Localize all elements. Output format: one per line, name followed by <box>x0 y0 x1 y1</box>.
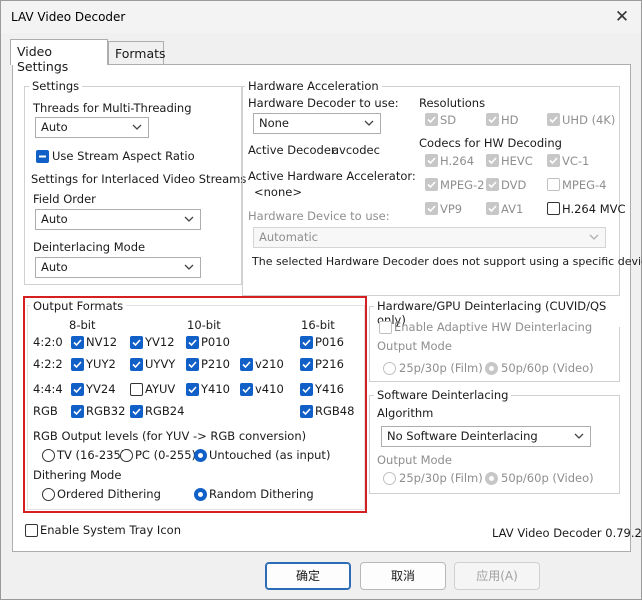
hwaccel-group-title: Hardware Acceleration <box>245 79 382 93</box>
res-hd-checkbox[interactable] <box>486 113 499 126</box>
check-icon <box>549 157 558 165</box>
stream-aspect-checkbox[interactable] <box>36 150 49 163</box>
cancel-button[interactable]: 取消 <box>360 562 446 590</box>
tab-formats[interactable]: Formats <box>108 41 166 65</box>
check-icon <box>427 205 436 213</box>
codec-vc1-label: VC-1 <box>562 154 590 168</box>
resolutions-title: Resolutions <box>419 96 486 110</box>
check-icon <box>549 116 558 124</box>
tab-video-settings[interactable]: Video Settings <box>10 39 108 74</box>
title-bar[interactable]: LAV Video Decoder ✕ <box>1 1 641 33</box>
dialog-window: LAV Video Decoder ✕ Video Settings Forma… <box>0 0 642 600</box>
codecs-title: Codecs for HW Decoding <box>419 136 562 150</box>
adaptive-hw-deint-checkbox[interactable] <box>379 321 392 334</box>
active-accel-value: <none> <box>254 185 302 199</box>
ok-button[interactable]: 确定 <box>265 562 351 590</box>
threads-label: Threads for Multi-Threading <box>33 101 192 115</box>
codec-dvd-label: DVD <box>501 178 527 192</box>
hw-mode-film-radio[interactable] <box>383 362 396 375</box>
codec-mpeg2-label: MPEG-2 <box>440 178 485 192</box>
active-decoder-label: Active Decoder: <box>248 143 340 157</box>
hw-decoder-dropdown[interactable]: None <box>253 113 381 134</box>
deint-mode-value: Auto <box>41 260 68 274</box>
hw-decoder-label: Hardware Decoder to use: <box>248 96 399 110</box>
codec-h264-checkbox[interactable] <box>425 154 438 167</box>
res-sd-checkbox[interactable] <box>425 113 438 126</box>
tray-icon-label: Enable System Tray Icon <box>40 523 181 537</box>
codec-mpeg4-checkbox[interactable] <box>547 178 560 191</box>
version-label: LAV Video Decoder 0.79.2 <box>492 526 642 540</box>
chevron-down-icon <box>589 234 599 240</box>
close-icon[interactable]: ✕ <box>609 4 635 30</box>
chevron-down-icon <box>184 264 194 270</box>
field-order-dropdown[interactable]: Auto <box>35 209 201 230</box>
indeterminate-icon <box>39 155 46 158</box>
field-order-label: Field Order <box>33 192 96 206</box>
codec-h264mvc-checkbox[interactable] <box>547 202 560 215</box>
sw-algorithm-dropdown[interactable]: No Software Deinterlacing <box>381 426 591 447</box>
codec-vc1-checkbox[interactable] <box>547 154 560 167</box>
hw-device-note: The selected Hardware Decoder does not s… <box>252 255 642 268</box>
codec-vp9-checkbox[interactable] <box>425 202 438 215</box>
hw-device-dropdown[interactable]: Automatic <box>253 227 606 248</box>
codec-hevc-label: HEVC <box>501 154 533 168</box>
res-sd-label: SD <box>440 113 457 127</box>
chevron-down-icon <box>364 120 374 126</box>
codec-hevc-checkbox[interactable] <box>486 154 499 167</box>
hw-device-value: Automatic <box>259 230 318 244</box>
codec-h264mvc-label: H.264 MVC <box>562 202 626 216</box>
sw-algorithm-value: No Software Deinterlacing <box>387 429 538 443</box>
sw-output-mode-label: Output Mode <box>377 453 452 467</box>
hw-mode-film-label: 25p/30p (Film) <box>399 361 483 375</box>
active-accel-label: Active Hardware Accelerator: <box>248 169 416 183</box>
window-title: LAV Video Decoder <box>11 10 126 24</box>
res-hd-label: HD <box>501 113 519 127</box>
hw-decoder-value: None <box>259 116 290 130</box>
hw-device-label: Hardware Device to use: <box>248 209 390 223</box>
check-icon <box>488 157 497 165</box>
chevron-down-icon <box>184 216 194 222</box>
check-icon <box>488 181 497 189</box>
field-order-value: Auto <box>41 212 68 226</box>
apply-button[interactable]: 应用(A) <box>454 562 540 590</box>
hw-mode-video-radio[interactable] <box>485 362 498 375</box>
sw-algorithm-label: Algorithm <box>377 406 434 420</box>
check-icon <box>488 205 497 213</box>
codec-dvd-checkbox[interactable] <box>486 178 499 191</box>
deint-mode-label: Deinterlacing Mode <box>33 240 146 254</box>
codec-av1-checkbox[interactable] <box>486 202 499 215</box>
check-icon <box>427 116 436 124</box>
codec-mpeg2-checkbox[interactable] <box>425 178 438 191</box>
sw-mode-video-radio[interactable] <box>485 472 498 485</box>
stream-aspect-label: Use Stream Aspect Ratio <box>52 149 195 163</box>
settings-group-title: Settings <box>29 79 83 93</box>
threads-dropdown[interactable]: Auto <box>35 117 149 138</box>
codec-vp9-label: VP9 <box>440 202 463 216</box>
adaptive-hw-deint-label: Enable Adaptive HW Deinterlacing <box>394 320 593 334</box>
sw-mode-film-radio[interactable] <box>383 472 396 485</box>
codec-mpeg4-label: MPEG-4 <box>562 178 607 192</box>
sw-mode-film-label: 25p/30p (Film) <box>399 471 483 485</box>
threads-value: Auto <box>41 120 68 134</box>
hw-output-mode-label: Output Mode <box>377 339 452 353</box>
sw-deint-title: Software Deinterlacing <box>374 388 512 402</box>
sw-mode-video-label: 50p/60p (Video) <box>501 471 594 485</box>
codec-h264-label: H.264 <box>440 154 475 168</box>
check-icon <box>427 157 436 165</box>
hw-mode-video-label: 50p/60p (Video) <box>501 361 594 375</box>
highlight-box <box>23 296 367 513</box>
res-uhd-checkbox[interactable] <box>547 113 560 126</box>
tray-icon-checkbox[interactable] <box>25 524 38 537</box>
interlaced-title: Settings for Interlaced Video Streams <box>31 172 247 186</box>
deint-mode-dropdown[interactable]: Auto <box>35 257 201 278</box>
chevron-down-icon <box>132 124 142 130</box>
active-decoder-value: avcodec <box>332 143 380 157</box>
chevron-down-icon <box>574 433 584 439</box>
res-uhd-label: UHD (4K) <box>562 113 616 127</box>
codec-av1-label: AV1 <box>501 202 524 216</box>
check-icon <box>427 181 436 189</box>
check-icon <box>488 116 497 124</box>
